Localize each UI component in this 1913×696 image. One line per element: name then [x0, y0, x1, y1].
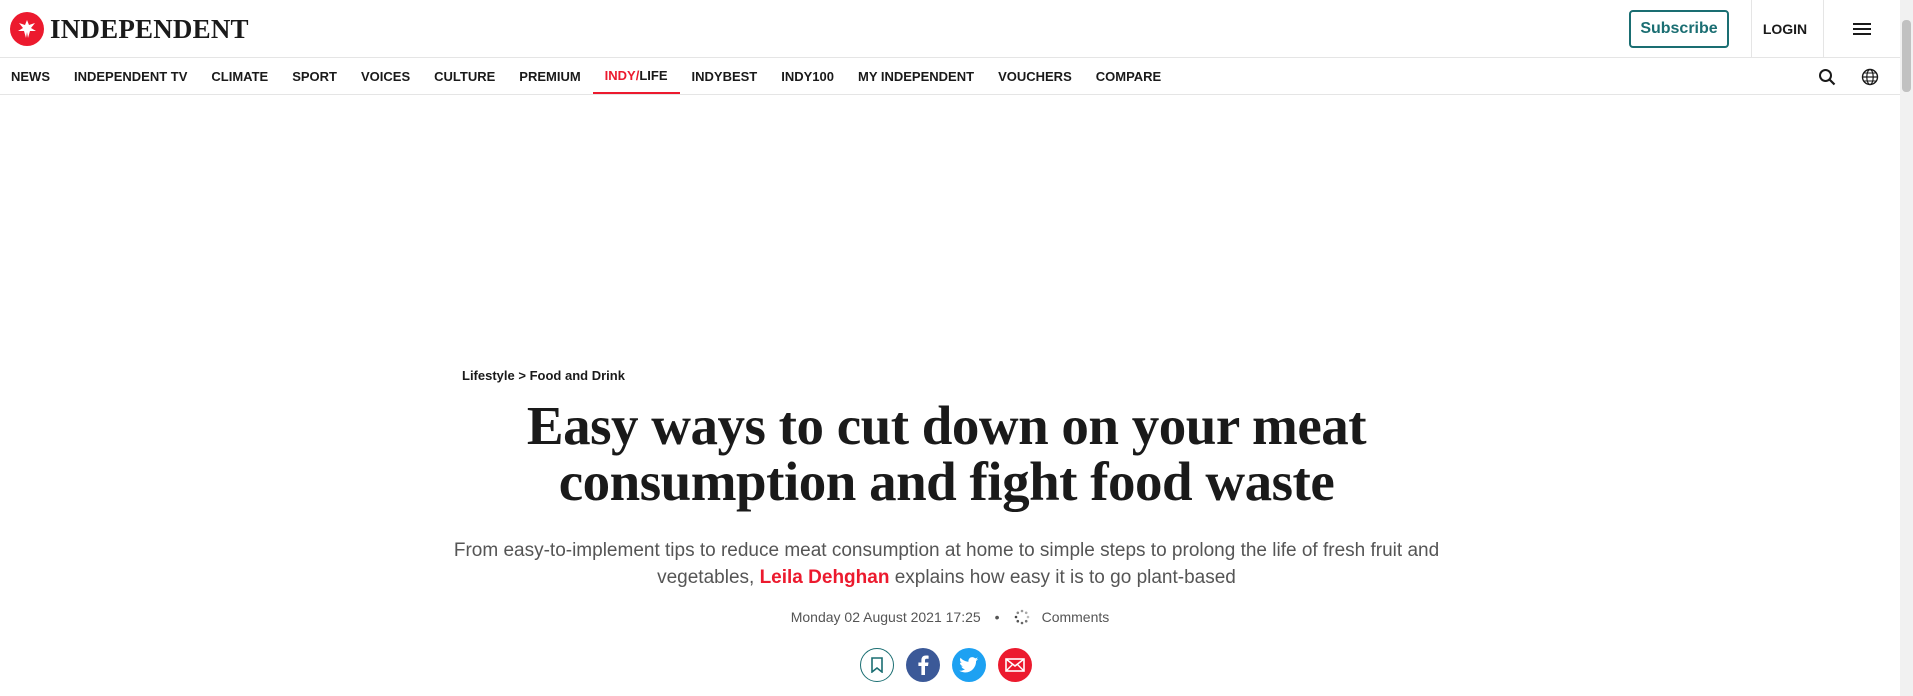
- comments-link[interactable]: Comments: [1042, 609, 1110, 625]
- nav-item-voices[interactable]: VOICES: [349, 58, 422, 94]
- nav-item-news[interactable]: NEWS: [0, 58, 62, 94]
- breadcrumb: Lifestyle > Food and Drink: [462, 368, 625, 383]
- meta-separator: •: [994, 609, 1000, 625]
- scrollbar-thumb[interactable]: [1902, 20, 1911, 92]
- header-divider: [1823, 0, 1824, 58]
- logo-wordmark: INDEPENDENT: [50, 13, 249, 44]
- nav-item-climate[interactable]: CLIMATE: [199, 58, 280, 94]
- loading-spinner-icon: [1014, 609, 1030, 625]
- nav-item-indy-label: INDY/: [604, 67, 640, 83]
- facebook-icon[interactable]: [906, 648, 940, 682]
- nav-item-culture[interactable]: CULTURE: [422, 58, 507, 94]
- logo[interactable]: INDEPENDENT: [10, 12, 249, 46]
- twitter-icon[interactable]: [952, 648, 986, 682]
- eagle-logo-icon: [10, 12, 44, 46]
- nav-item-indy100[interactable]: INDY100: [769, 58, 846, 94]
- main-nav: NEWS INDEPENDENT TV CLIMATE SPORT VOICES…: [0, 58, 1900, 95]
- article-standfirst: From easy-to-implement tips to reduce me…: [440, 537, 1453, 591]
- email-icon[interactable]: [998, 648, 1032, 682]
- breadcrumb-food-and-drink[interactable]: Food and Drink: [530, 368, 625, 383]
- breadcrumb-lifestyle[interactable]: Lifestyle: [462, 368, 515, 383]
- nav-item-compare[interactable]: COMPARE: [1084, 58, 1173, 94]
- publish-date: Monday 02 August 2021 17:25: [790, 609, 981, 625]
- breadcrumb-separator: >: [518, 368, 526, 383]
- login-button[interactable]: LOGIN: [1752, 0, 1818, 58]
- top-header: INDEPENDENT Subscribe LOGIN: [0, 0, 1900, 58]
- article-meta: Monday 02 August 2021 17:25 • Comments: [0, 609, 1900, 625]
- nav-item-independent-tv[interactable]: INDEPENDENT TV: [62, 58, 199, 94]
- search-icon[interactable]: [1816, 66, 1838, 88]
- nav-item-vouchers[interactable]: VOUCHERS: [986, 58, 1084, 94]
- standfirst-text-end: explains how easy it is to go plant-base…: [889, 567, 1236, 588]
- hamburger-menu-icon[interactable]: [1842, 14, 1882, 44]
- page-scrollbar[interactable]: [1900, 0, 1913, 696]
- share-bar: [860, 648, 1044, 682]
- globe-icon[interactable]: [1859, 66, 1881, 88]
- nav-item-indy-life[interactable]: INDY/LIFE: [592, 58, 680, 94]
- nav-item-life-label: LIFE: [639, 67, 668, 83]
- nav-item-my-independent[interactable]: MY INDEPENDENT: [846, 58, 986, 94]
- nav-item-indybest[interactable]: INDYBEST: [680, 58, 770, 94]
- author-link[interactable]: Leila Dehghan: [760, 567, 890, 588]
- bookmark-icon[interactable]: [860, 648, 894, 682]
- nav-item-premium[interactable]: PREMIUM: [507, 58, 592, 94]
- subscribe-button[interactable]: Subscribe: [1629, 10, 1729, 48]
- article-headline: Easy ways to cut down on your meat consu…: [526, 395, 1367, 512]
- nav-item-sport[interactable]: SPORT: [280, 58, 349, 94]
